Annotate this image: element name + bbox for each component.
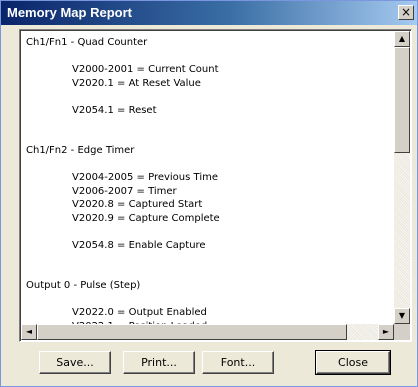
title-bar[interactable]: Memory Map Report ×	[1, 1, 417, 25]
scroll-down-icon[interactable]: ▼	[394, 308, 410, 324]
report-line: V2054.1 = Reset	[72, 104, 157, 116]
report-blank-line	[26, 132, 391, 146]
close-icon[interactable]: ×	[398, 5, 414, 20]
report-blank-line	[26, 118, 391, 132]
memory-map-report-window: Memory Map Report × Ch1/Fn1 - Quad Count…	[0, 0, 418, 387]
report-line: V2054.8 = Enable Capture	[72, 239, 206, 251]
report-line: V2022.0 = Output Enabled	[72, 307, 207, 318]
report-line: V2004-2005 = Previous Time	[72, 172, 218, 183]
horizontal-scroll-thumb[interactable]	[37, 324, 347, 340]
report-line: Output 0 - Pulse (Step)	[26, 280, 141, 291]
vertical-scrollbar[interactable]: ▲ ▼	[394, 31, 410, 324]
report-line: V2020.9 = Capture Complete	[72, 212, 220, 224]
window-title: Memory Map Report	[7, 5, 132, 20]
font-button[interactable]: Font...	[202, 351, 274, 374]
report-line: V2020.1 = At Reset Value	[72, 77, 201, 89]
report-blank-line	[26, 294, 391, 308]
report-content: Ch1/Fn1 - Quad Counter V2000-2001 = Curre…	[26, 37, 391, 334]
report-line: V2000-2001 = Current Count	[72, 64, 219, 75]
report-line: V2006-2007 = Timer	[72, 185, 177, 197]
report-line: V2020.8 = Captured Start	[72, 199, 203, 210]
scroll-right-icon[interactable]: ►	[378, 324, 394, 340]
report-text-area[interactable]: Ch1/Fn1 - Quad Counter V2000-2001 = Curre…	[19, 29, 412, 342]
report-blank-line	[26, 253, 391, 267]
print-button[interactable]: Print...	[123, 351, 195, 374]
vertical-scroll-thumb[interactable]	[394, 47, 410, 153]
report-blank-line	[26, 51, 391, 65]
report-line: Ch1/Fn1 - Quad Counter	[26, 37, 148, 48]
report-blank-line	[26, 91, 391, 105]
report-blank-line	[26, 267, 391, 281]
report-blank-line	[26, 226, 391, 240]
scrollbar-corner	[394, 324, 410, 340]
report-line: Ch1/Fn2 - Edge Timer	[26, 145, 135, 156]
scroll-left-icon[interactable]: ◄	[21, 324, 37, 340]
scroll-up-icon[interactable]: ▲	[394, 31, 410, 47]
save-button[interactable]: Save...	[39, 351, 111, 374]
horizontal-scrollbar[interactable]: ◄ ►	[21, 324, 394, 340]
report-blank-line	[26, 159, 391, 173]
close-button[interactable]: Close	[315, 350, 391, 375]
